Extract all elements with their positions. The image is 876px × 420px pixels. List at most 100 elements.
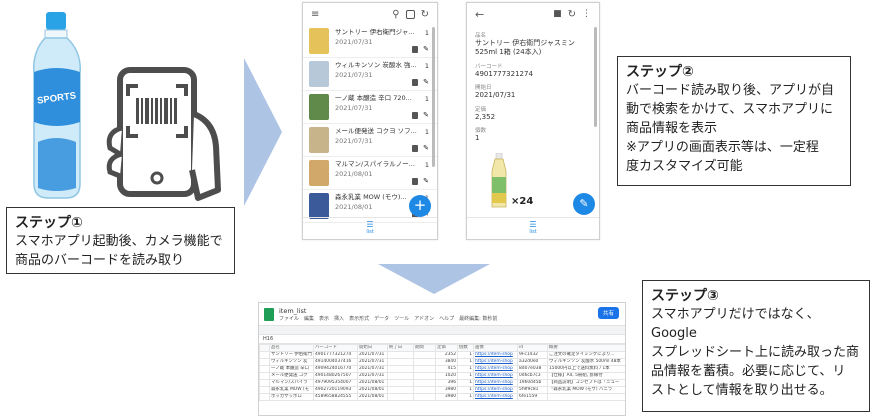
table-cell[interactable]: 4901777321274 <box>313 351 358 359</box>
table-cell[interactable]: メール便発送 コク <box>269 372 314 380</box>
table-cell[interactable]: 4914004037416 <box>313 358 358 366</box>
table-cell[interactable]: https://item-shop <box>473 351 518 359</box>
table-cell[interactable]: ご注文の確定タイミングにより... <box>547 351 625 359</box>
column-header-cell[interactable]: 期間 <box>413 344 436 352</box>
sheet-menu-item[interactable]: 最終編集: 数秒前 <box>459 315 497 322</box>
table-cell[interactable]: 1960d45b <box>517 379 548 387</box>
table-cell[interactable]: 3980 <box>435 386 458 394</box>
table-cell[interactable] <box>387 372 414 380</box>
table-cell[interactable]: 1020 <box>435 372 458 380</box>
checkbox-icon[interactable] <box>405 9 415 19</box>
sheet-menu-item[interactable]: データ <box>374 315 389 322</box>
table-cell[interactable]: 1 <box>457 372 474 380</box>
table-cell[interactable]: https://item-shop <box>473 379 518 387</box>
table-cell[interactable]: 1 <box>457 365 474 373</box>
sheet-menu-item[interactable]: 編集 <box>304 315 314 322</box>
list-item[interactable]: マルマン/スパイラルノー... 2021/08/01 1 ✎ <box>303 157 437 190</box>
table-cell[interactable]: 「森永乳業 MOW (モウ) バニラ <box>547 386 625 394</box>
table-cell[interactable]: https://item-shop <box>473 365 518 373</box>
cell-reference[interactable]: H16 <box>259 335 625 344</box>
table-cell[interactable] <box>387 365 414 373</box>
edit-icon[interactable]: ✎ <box>423 79 429 86</box>
more-icon[interactable]: ⋮ <box>582 9 591 19</box>
column-header-cell[interactable]: 終了日 <box>387 344 414 352</box>
table-cell[interactable]: 2021/07/31 <box>357 372 388 380</box>
search-icon[interactable]: ⚲ <box>392 9 399 20</box>
sheet-menu-item[interactable]: 表示 <box>319 315 329 322</box>
list-item[interactable]: 一ノ蔵 本醸造 辛口 720... 2021/07/31 1 ✎ <box>303 91 437 124</box>
sheet-menu-item[interactable]: ファイル <box>279 315 299 322</box>
table-cell[interactable]: 【仕様】A4, 5冊組, 罫線付 <box>547 372 625 380</box>
sheet-title[interactable]: item_list <box>279 307 497 315</box>
sheet-menu-item[interactable]: 挿入 <box>334 315 344 322</box>
table-cell[interactable] <box>387 386 414 394</box>
detail-scrollbar[interactable] <box>594 27 597 127</box>
back-arrow-icon[interactable]: ← <box>475 8 484 21</box>
sheet-menu-item[interactable]: アドオン <box>414 315 434 322</box>
list-item[interactable]: サントリー 伊右衛門ジャ... 2021/07/31 1 ✎ <box>303 25 437 58</box>
table-cell[interactable] <box>413 372 436 380</box>
table-cell[interactable]: 1 <box>457 358 474 366</box>
table-cell[interactable] <box>413 379 436 387</box>
share-button[interactable]: 共有 <box>597 307 619 319</box>
table-cell[interactable] <box>413 365 436 373</box>
table-cell[interactable]: 3840 <box>435 358 458 366</box>
column-header-cell[interactable]: 概要 <box>547 344 625 352</box>
table-cell[interactable]: https://item-shop <box>473 386 518 394</box>
table-cell[interactable] <box>547 393 625 401</box>
table-cell[interactable] <box>387 393 414 401</box>
list-bottom-tab[interactable]: ☰ list <box>303 217 437 239</box>
add-item-button[interactable]: + <box>409 195 431 217</box>
detail-bottom-tab[interactable]: ☰ list <box>467 217 599 239</box>
table-cell[interactable]: 1 <box>457 351 474 359</box>
table-cell[interactable]: 【商品説明】コンセプトは「ニュー <box>547 379 625 387</box>
column-header-cell[interactable]: バーコード <box>313 344 358 352</box>
table-cell[interactable]: 2021/08/01 <box>357 393 388 401</box>
table-cell[interactable]: ウィルキンソン 炭酸水 500ml 48本 <box>547 358 625 366</box>
column-header-cell[interactable]: 品名 <box>269 344 314 352</box>
table-cell[interactable]: 3980 <box>435 393 458 401</box>
edit-icon[interactable]: ✎ <box>423 145 429 152</box>
delete-icon[interactable]: ■ <box>553 9 562 19</box>
table-cell[interactable]: 415 <box>435 365 458 373</box>
sheet-menu-item[interactable]: ヘルプ <box>439 315 454 322</box>
table-cell[interactable]: https://item-shop <box>473 372 518 380</box>
delete-icon[interactable] <box>412 46 419 53</box>
sheet-toolbar[interactable] <box>259 325 625 335</box>
table-cell[interactable]: 一ノ蔵 本醸造 辛口 <box>269 365 314 373</box>
table-cell[interactable]: 4979095354007 <box>313 379 358 387</box>
delete-icon[interactable] <box>412 145 419 152</box>
table-cell[interactable] <box>413 358 436 366</box>
table-cell[interactable]: 4902720119093 <box>313 386 358 394</box>
table-cell[interactable]: 15000円以上で送料無料 / 1本 <box>547 365 625 373</box>
table-cell[interactable]: 396 <box>435 379 458 387</box>
table-cell[interactable]: サントリー 伊右衛門 <box>269 351 314 359</box>
table-cell[interactable]: 4589658824555 <box>313 393 358 401</box>
table-cell[interactable]: https://item-shop <box>473 358 518 366</box>
column-header-cell[interactable]: 定価 <box>435 344 458 352</box>
edit-icon[interactable]: ✎ <box>423 178 429 185</box>
table-cell[interactable] <box>413 393 436 401</box>
table-cell[interactable]: 2021/07/31 <box>357 358 388 366</box>
table-cell[interactable] <box>387 358 414 366</box>
table-cell[interactable]: マルマン/スパイラ <box>269 379 314 387</box>
refresh-icon[interactable]: ↻ <box>568 9 576 20</box>
table-cell[interactable]: 4909424016770 <box>313 365 358 373</box>
table-cell[interactable]: 2352 <box>435 351 458 359</box>
table-cell[interactable]: 4901480267507 <box>313 372 358 380</box>
list-item[interactable]: メール便発送 コクヨ ソフ... 2021/07/31 1 ✎ <box>303 124 437 157</box>
table-cell[interactable]: ポッカサッポロ <box>269 393 314 401</box>
delete-icon[interactable] <box>412 79 419 86</box>
table-cell[interactable] <box>413 351 436 359</box>
table-cell[interactable] <box>387 379 414 387</box>
table-cell[interactable]: 1 <box>457 379 474 387</box>
table-cell[interactable]: 0d6cb7c3 <box>517 372 548 380</box>
table-cell[interactable]: 8d07e038 <box>517 365 548 373</box>
table-cell[interactable]: 1 <box>457 393 474 401</box>
table-cell[interactable]: ウィルキンソン 炭 <box>269 358 314 366</box>
table-cell[interactable]: 9Fc1432 <box>517 351 548 359</box>
delete-icon[interactable] <box>412 112 419 119</box>
table-cell[interactable] <box>413 386 436 394</box>
table-cell[interactable]: 2021/08/01 <box>357 386 388 394</box>
column-header-cell[interactable]: 開始日 <box>357 344 388 352</box>
